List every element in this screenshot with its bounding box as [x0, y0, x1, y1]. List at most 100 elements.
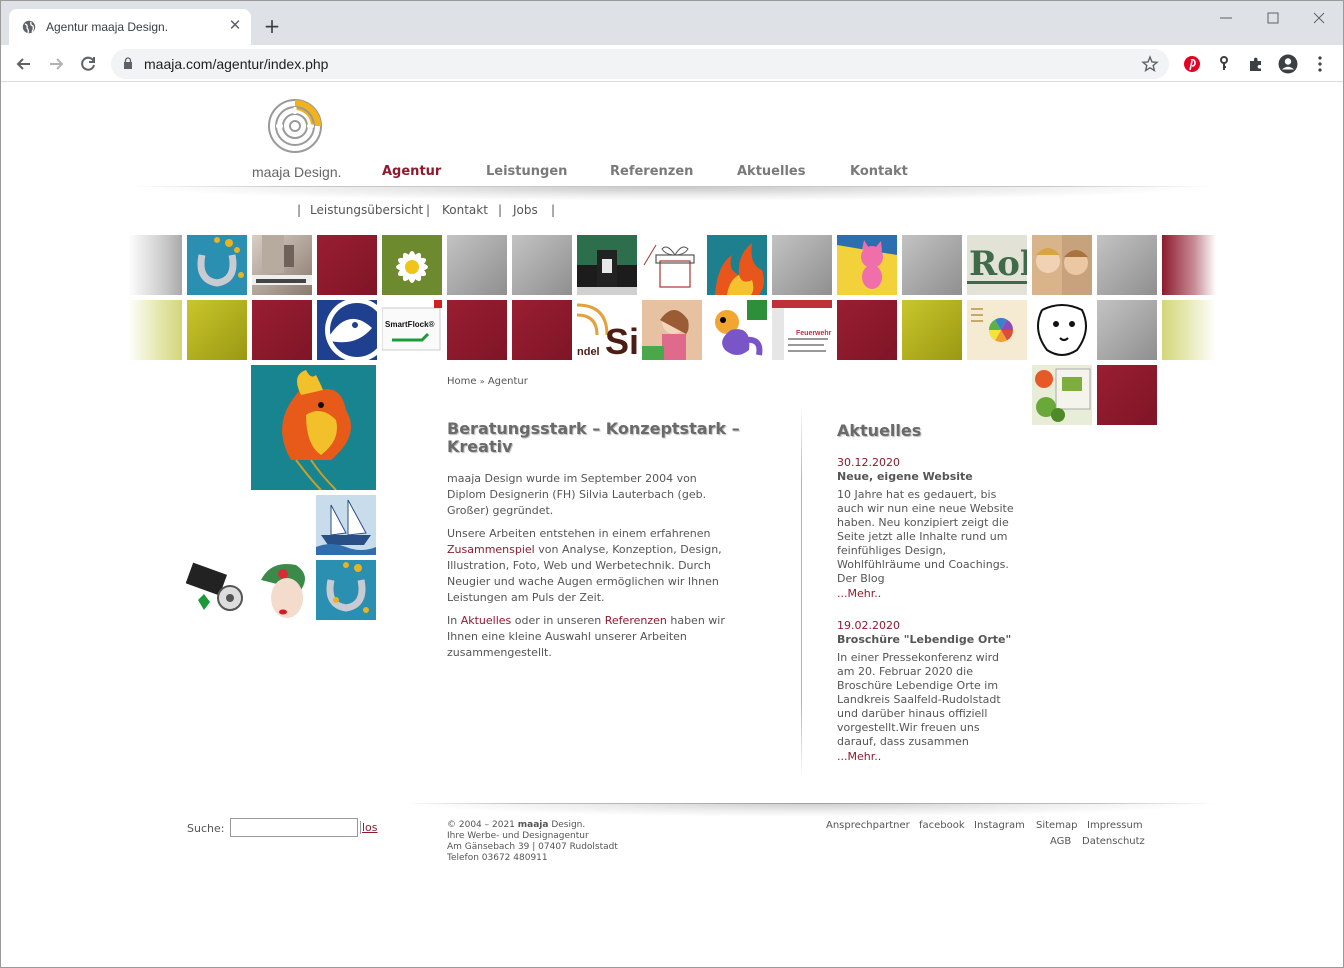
tile-smartflock-logo[interactable]: SmartFlock®: [382, 300, 442, 360]
footer-link-ansprechpartner[interactable]: Ansprechpartner: [826, 820, 910, 831]
breadcrumb-current: Agentur: [487, 376, 528, 387]
tile-plant-brochure[interactable]: [1032, 365, 1092, 425]
tile-portraits-photo[interactable]: [1032, 235, 1092, 295]
nav-agentur[interactable]: Agentur: [382, 164, 441, 179]
text-span: In: [447, 614, 461, 627]
web-page: maaja Design. Agentur Leistungen Referen…: [1, 83, 1343, 967]
subnav-separator: |: [297, 203, 302, 217]
bookmark-star-icon[interactable]: [1141, 55, 1159, 73]
brand-name[interactable]: maaja Design.: [252, 164, 342, 180]
new-tab-button[interactable]: +: [261, 16, 283, 38]
minimize-icon[interactable]: [1217, 10, 1235, 26]
menu-dots-icon[interactable]: [1309, 53, 1331, 75]
tile-website-screenshot[interactable]: Feuerwehr: [772, 300, 832, 360]
tile-sign-photo[interactable]: Si ndel: [577, 300, 637, 360]
forward-icon[interactable]: [45, 53, 67, 75]
tile-flame-illustration[interactable]: [707, 235, 767, 295]
tile-fade-olive: [1162, 300, 1216, 360]
news-more-link[interactable]: ...Mehr..: [837, 587, 881, 600]
tile-dog-sketch[interactable]: [1032, 300, 1092, 360]
search-button[interactable]: los: [360, 821, 378, 834]
footer-address: Am Gänsebach 39 | 07407 Rudolstadt: [447, 842, 618, 852]
search-label: Suche:: [187, 822, 225, 835]
tile-grey: [512, 235, 572, 295]
ndel-text: ndel: [577, 346, 600, 358]
nav-aktuelles[interactable]: Aktuelles: [737, 164, 805, 179]
tab-strip: Agentur maaja Design. ✕ +: [1, 1, 1343, 45]
tile-grey: [1097, 235, 1157, 295]
tab-title: Agentur maaja Design.: [46, 20, 169, 34]
tile-grey: [902, 235, 962, 295]
tile-cat-illustration[interactable]: [837, 235, 897, 295]
tile-daisy-photo[interactable]: [382, 235, 442, 295]
tile-fish-logo[interactable]: [317, 300, 377, 360]
news-more-link[interactable]: ...Mehr..: [837, 750, 881, 763]
close-window-icon[interactable]: [1310, 10, 1328, 26]
tile-grey: [1097, 300, 1157, 360]
subnav-kontakt[interactable]: Kontakt: [442, 203, 488, 217]
tile-horseshoe-photo[interactable]: [187, 235, 247, 295]
footer-link-agb[interactable]: AGB: [1050, 836, 1071, 847]
copyright: © 2004 – 2021 maaja Design.: [447, 820, 585, 831]
tile-creature-illustration[interactable]: [707, 300, 767, 360]
references-paragraph: In Aktuelles oder in unseren Referenzen …: [447, 613, 737, 661]
footer-phone: Telefon 03672 480911: [447, 853, 548, 863]
tile-lettering-sign[interactable]: Rol: [967, 235, 1027, 295]
tile-red: [252, 300, 312, 360]
back-icon[interactable]: [13, 53, 35, 75]
tile-gadget-photo[interactable]: [186, 560, 246, 620]
maaja-logo-icon[interactable]: [267, 98, 323, 154]
subnav-jobs[interactable]: Jobs: [513, 203, 538, 217]
tile-red: [512, 300, 572, 360]
close-tab-icon[interactable]: ✕: [227, 17, 243, 33]
tile-craft-photo[interactable]: [252, 235, 312, 295]
tile-fade-grey: [128, 235, 182, 295]
profile-icon[interactable]: [1277, 53, 1299, 75]
aktuelles-link[interactable]: Aktuelles: [461, 614, 512, 627]
footer-link-impressum[interactable]: Impressum: [1087, 820, 1143, 831]
reload-icon[interactable]: [77, 53, 99, 75]
rooster-illustration[interactable]: [251, 365, 376, 490]
footer-link-facebook[interactable]: facebook: [919, 820, 965, 831]
tile-child-photo[interactable]: [642, 300, 702, 360]
breadcrumb-separator: »: [479, 377, 485, 386]
maximize-icon[interactable]: [1264, 10, 1282, 26]
tile-olive: [902, 300, 962, 360]
breadcrumb-home[interactable]: Home: [447, 376, 477, 387]
footer-link-instagram[interactable]: Instagram: [974, 820, 1025, 831]
copyright-brand: maaja: [517, 820, 549, 830]
subnav-separator: |: [498, 203, 503, 217]
address-bar[interactable]: maaja.com/agentur/index.php: [111, 49, 1169, 79]
text-span: © 2004 – 2021: [447, 820, 518, 830]
tile-ship-illustration[interactable]: [316, 495, 376, 555]
pinterest-icon[interactable]: [1181, 53, 1203, 75]
news-title[interactable]: Neue, eigene Website: [837, 470, 973, 483]
page-headline: Beratungsstark – Konzeptstark – Kreativ: [447, 419, 740, 456]
nav-leistungen[interactable]: Leistungen: [486, 164, 567, 179]
browser-window: Agentur maaja Design. ✕ + maaja.com/agen…: [0, 0, 1344, 968]
footer-link-sitemap[interactable]: Sitemap: [1036, 820, 1077, 831]
extensions-icon[interactable]: [1245, 53, 1267, 75]
tile-fade-olive: [128, 300, 182, 360]
zusammenspiel-link[interactable]: Zusammenspiel: [447, 543, 535, 556]
nav-referenzen[interactable]: Referenzen: [610, 164, 693, 179]
tile-red: [837, 300, 897, 360]
tile-gift-sketch[interactable]: [642, 235, 702, 295]
text-span: oder in unseren: [511, 614, 605, 627]
referenzen-link[interactable]: Referenzen: [605, 614, 667, 627]
tile-colorwheel-brochure[interactable]: [967, 300, 1027, 360]
tile-woman-portrait[interactable]: [251, 560, 311, 620]
feuerwehr-text: Feuerwehr: [796, 330, 832, 337]
footer-link-datenschutz[interactable]: Datenschutz: [1082, 836, 1145, 847]
tile-machine-photo[interactable]: [577, 235, 637, 295]
nav-kontakt[interactable]: Kontakt: [850, 164, 908, 179]
text-span: Design.: [548, 820, 586, 830]
url-text: maaja.com/agentur/index.php: [144, 56, 329, 72]
search-input[interactable]: [230, 818, 358, 837]
browser-tab[interactable]: Agentur maaja Design. ✕: [9, 9, 251, 45]
smartflock-text: SmartFlock®: [385, 320, 435, 329]
subnav-leistungsuebersicht[interactable]: Leistungsübersicht: [310, 203, 423, 217]
tile-horseshoe-photo[interactable]: [316, 560, 376, 620]
news-title[interactable]: Broschüre "Lebendige Orte": [837, 633, 1011, 646]
key-icon[interactable]: [1213, 53, 1235, 75]
